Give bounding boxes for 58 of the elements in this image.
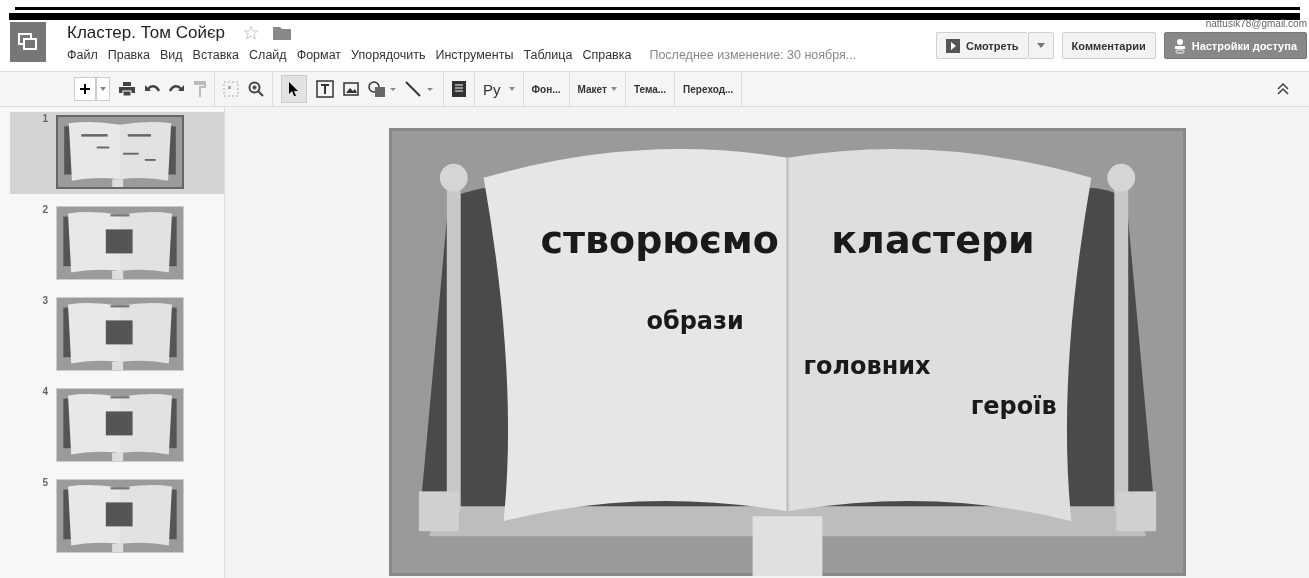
shape-icon[interactable] bbox=[368, 81, 396, 97]
menu-item[interactable]: Правка bbox=[107, 48, 150, 62]
menu-item[interactable]: Таблица bbox=[523, 48, 573, 62]
slide-number: 5 bbox=[41, 477, 49, 488]
menu-item[interactable]: Инструменты bbox=[435, 48, 514, 62]
slide-text[interactable]: кластери bbox=[831, 217, 1035, 262]
share-button[interactable]: Настройки доступа bbox=[1163, 32, 1307, 59]
font-dropdown[interactable]: Ру bbox=[483, 80, 515, 98]
toolbar-button[interactable]: Фон... bbox=[531, 83, 561, 95]
zoom-icon[interactable] bbox=[248, 81, 264, 97]
text-box-icon[interactable] bbox=[316, 80, 334, 98]
menu-item[interactable]: Вставка bbox=[192, 48, 240, 62]
slide-text[interactable]: героїв bbox=[970, 392, 1057, 421]
image-icon[interactable] bbox=[343, 82, 359, 96]
last-edit-link[interactable]: Последнее изменение: 30 ноября... bbox=[649, 48, 857, 62]
print-icon[interactable] bbox=[119, 82, 135, 96]
comments-button[interactable]: Комментарии bbox=[1061, 32, 1156, 59]
pointer-icon bbox=[289, 82, 299, 96]
slide-thumbnail-row[interactable]: 5 bbox=[10, 476, 224, 558]
line-icon[interactable] bbox=[405, 81, 435, 97]
caret-icon bbox=[100, 87, 106, 91]
slides-logo-icon[interactable] bbox=[10, 22, 46, 62]
star-icon[interactable] bbox=[243, 25, 259, 41]
document-title[interactable]: Кластер. Том Сойєр bbox=[67, 23, 225, 43]
slide-text[interactable]: головних bbox=[803, 352, 931, 380]
slide-number: 3 bbox=[41, 295, 49, 306]
slide-number: 2 bbox=[41, 204, 49, 215]
toolbar-button[interactable]: Макет bbox=[577, 83, 617, 95]
select-tool-button[interactable] bbox=[281, 75, 307, 103]
menu-item[interactable]: Формат bbox=[296, 48, 342, 62]
slide-thumbnail-row[interactable]: 3 bbox=[10, 294, 224, 376]
menu-item[interactable]: Вид bbox=[159, 48, 183, 62]
menu-item[interactable]: Файл bbox=[67, 48, 98, 62]
slide-text[interactable]: образи bbox=[646, 307, 744, 336]
toolbar-button[interactable]: Тема... bbox=[633, 83, 667, 95]
menu-item[interactable]: Справка bbox=[582, 48, 632, 62]
present-button[interactable]: Смотреть bbox=[936, 32, 1028, 59]
collapse-icon[interactable] bbox=[1277, 83, 1289, 95]
caret-icon bbox=[1036, 43, 1045, 48]
present-options-button[interactable] bbox=[1027, 32, 1054, 59]
toolbar-button[interactable]: Переход... bbox=[683, 83, 734, 95]
caret-icon bbox=[508, 87, 515, 91]
slide-thumbnail-row[interactable]: 1 bbox=[10, 112, 224, 194]
menu-item[interactable]: Упорядочить bbox=[351, 48, 426, 62]
slide-text[interactable]: створюємо bbox=[540, 217, 779, 262]
slide-thumbnail-row[interactable]: 4 bbox=[10, 385, 224, 467]
slide-number: 4 bbox=[41, 386, 49, 397]
slide-number: 1 bbox=[41, 113, 49, 124]
person-icon bbox=[1173, 37, 1186, 54]
folder-icon[interactable] bbox=[273, 26, 291, 40]
menu-item[interactable]: Слайд bbox=[249, 48, 287, 62]
play-icon bbox=[946, 38, 960, 53]
account-email[interactable]: nattusik78@gmail.com bbox=[1205, 18, 1307, 29]
slide-thumbnail[interactable] bbox=[56, 115, 184, 189]
plus-icon bbox=[80, 84, 90, 94]
comment-icon[interactable] bbox=[452, 81, 466, 97]
slide-thumbnail-row[interactable]: 2 bbox=[10, 203, 224, 285]
new-slide-button[interactable] bbox=[74, 77, 96, 101]
